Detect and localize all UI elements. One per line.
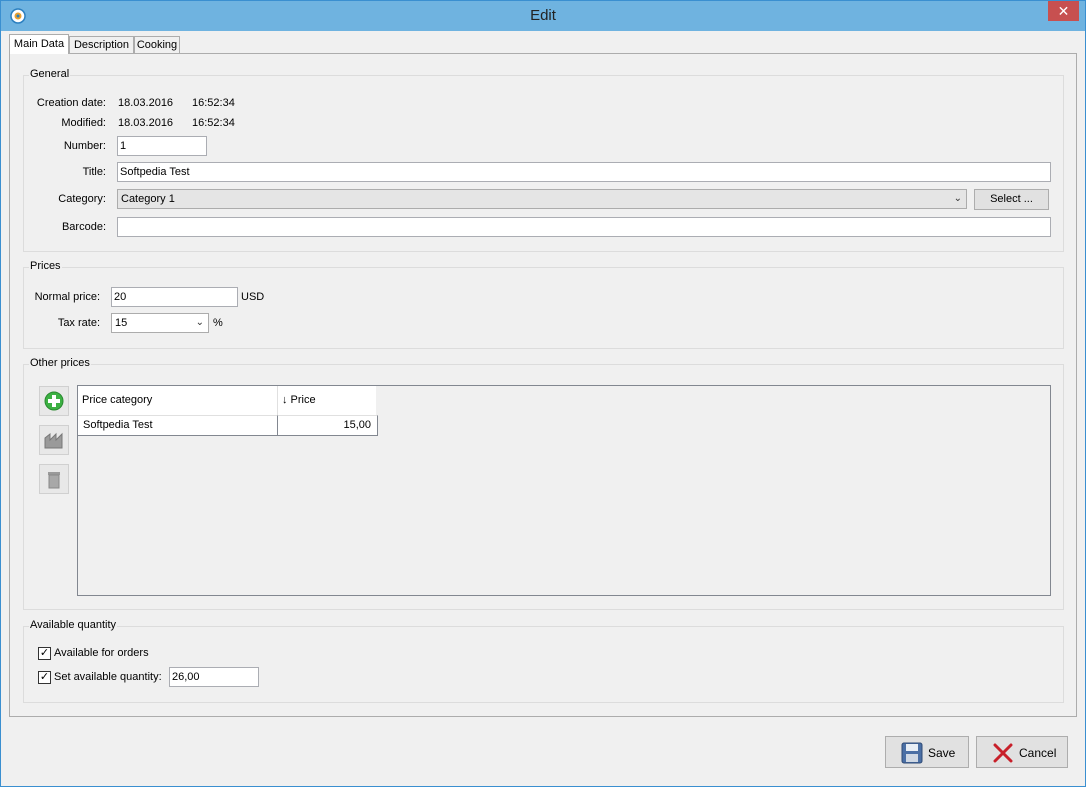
tax-rate-value: 15 bbox=[115, 317, 128, 329]
save-button-label: Save bbox=[928, 746, 956, 760]
title-bar[interactable]: Edit ✕ bbox=[1, 1, 1085, 31]
price-cell[interactable]: 15,00 bbox=[278, 415, 378, 436]
tab-main-data[interactable]: Main Data bbox=[9, 34, 69, 54]
title-field[interactable]: Softpedia Test bbox=[117, 162, 1051, 182]
creation-time-value: 16:52:34 bbox=[192, 97, 235, 109]
barcode-label: Barcode: bbox=[61, 221, 106, 233]
other-prices-grid[interactable]: Price category ↓ Price Softpedia Test 15… bbox=[77, 385, 1051, 596]
number-field[interactable]: 1 bbox=[117, 136, 207, 156]
creation-date-value: 18.03.2016 bbox=[118, 97, 174, 109]
chevron-down-icon: ⌄ bbox=[195, 317, 204, 328]
floppy-disk-icon bbox=[901, 742, 923, 764]
available-for-orders-checkbox[interactable]: ✓ bbox=[38, 647, 51, 660]
prices-group: Prices Normal price: 20 USD Tax rate: 15… bbox=[23, 260, 1064, 349]
select-category-button[interactable]: Select ... bbox=[974, 189, 1049, 210]
column-header-price-category[interactable]: Price category bbox=[78, 386, 278, 415]
modified-date-value: 18.03.2016 bbox=[118, 117, 174, 129]
tax-rate-select[interactable]: 15 ⌄ bbox=[111, 313, 209, 333]
set-available-quantity-checkbox[interactable]: ✓ bbox=[38, 671, 51, 684]
cancel-button[interactable]: Cancel bbox=[976, 736, 1068, 768]
edit-window: Edit ✕ Main Data Description Cooking Gen… bbox=[0, 0, 1086, 787]
main-data-page: General Creation date: 18.03.2016 16:52:… bbox=[9, 53, 1077, 717]
category-label: Category: bbox=[58, 193, 106, 205]
creation-date-label: Creation date: bbox=[36, 97, 106, 109]
other-prices-group: Other prices Price category ↓ Price Soft… bbox=[23, 357, 1064, 610]
save-button[interactable]: Save bbox=[885, 736, 969, 768]
chevron-down-icon: ⌄ bbox=[953, 193, 962, 204]
barcode-field[interactable] bbox=[117, 217, 1051, 237]
modified-time-value: 16:52:34 bbox=[192, 117, 235, 129]
title-label: Title: bbox=[82, 166, 106, 178]
add-price-button[interactable] bbox=[39, 386, 69, 416]
modified-label: Modified: bbox=[61, 117, 106, 129]
normal-price-label: Normal price: bbox=[34, 291, 100, 303]
available-quantity-group-title: Available quantity bbox=[29, 619, 118, 631]
red-x-icon bbox=[993, 743, 1013, 763]
general-group: General Creation date: 18.03.2016 16:52:… bbox=[23, 68, 1064, 252]
window-title: Edit bbox=[530, 7, 556, 24]
edit-icon bbox=[44, 432, 63, 449]
edit-price-button[interactable] bbox=[39, 425, 69, 455]
set-available-quantity-label: Set available quantity: bbox=[54, 671, 162, 683]
tab-cooking[interactable]: Cooking bbox=[134, 36, 180, 53]
column-header-price[interactable]: ↓ Price bbox=[278, 386, 376, 415]
number-label: Number: bbox=[63, 140, 106, 152]
currency-label: USD bbox=[241, 291, 265, 303]
normal-price-field[interactable]: 20 bbox=[111, 287, 238, 307]
other-prices-group-title: Other prices bbox=[29, 357, 91, 369]
available-quantity-group: Available quantity ✓ Available for order… bbox=[23, 619, 1064, 703]
general-group-title: General bbox=[29, 68, 71, 80]
cancel-button-label: Cancel bbox=[1019, 746, 1057, 760]
delete-price-button[interactable] bbox=[39, 464, 69, 494]
add-icon bbox=[44, 391, 64, 411]
category-select-value: Category 1 bbox=[121, 193, 175, 205]
delete-icon bbox=[48, 472, 60, 489]
price-category-cell[interactable]: Softpedia Test bbox=[78, 415, 278, 436]
tax-rate-label: Tax rate: bbox=[57, 317, 100, 329]
available-quantity-field[interactable]: 26,00 bbox=[169, 667, 259, 687]
prices-group-title: Prices bbox=[29, 260, 62, 272]
tax-unit-label: % bbox=[213, 317, 223, 329]
available-for-orders-label: Available for orders bbox=[54, 647, 149, 659]
category-select[interactable]: Category 1 ⌄ bbox=[117, 189, 967, 209]
close-icon[interactable]: ✕ bbox=[1048, 1, 1079, 21]
tab-description[interactable]: Description bbox=[69, 36, 134, 53]
